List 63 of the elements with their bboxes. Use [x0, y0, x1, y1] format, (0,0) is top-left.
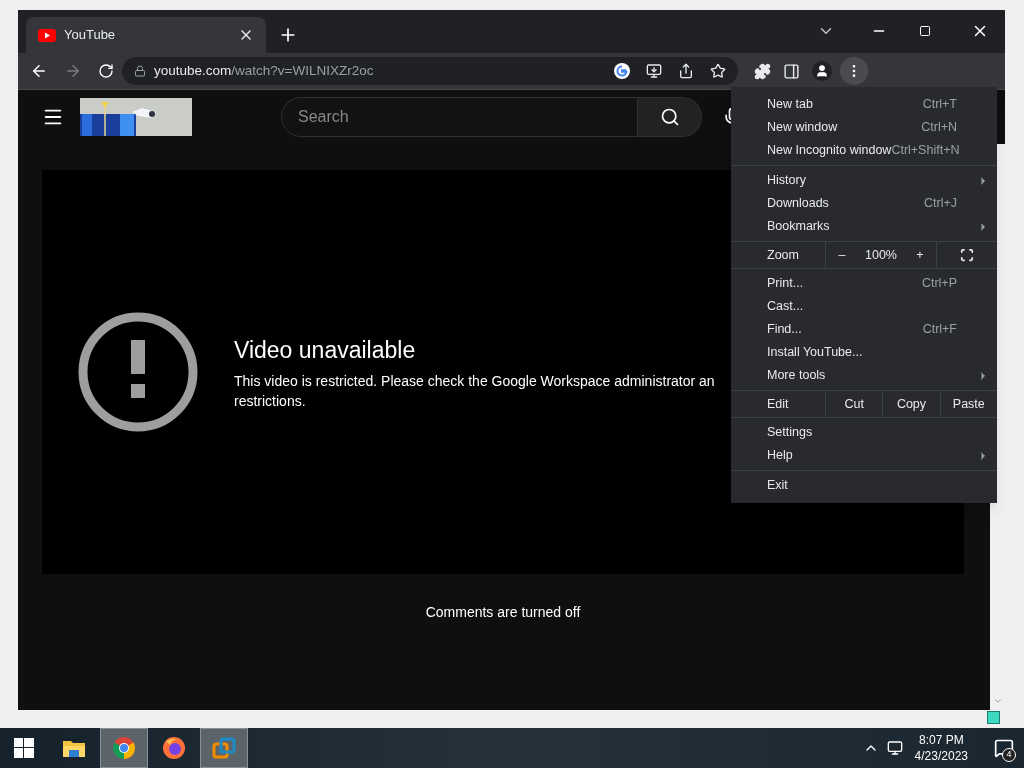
shortcut-label: Ctrl+P	[921, 275, 957, 293]
comments-off-text: Comments are turned off	[425, 603, 581, 622]
google-icon[interactable]	[614, 63, 630, 79]
shortcut-label: Ctrl+T	[922, 96, 957, 114]
search-button[interactable]	[638, 97, 702, 137]
shortcut-label: Ctrl+J	[924, 195, 957, 213]
back-icon[interactable]	[30, 62, 48, 80]
share-icon[interactable]	[678, 63, 694, 79]
menu-label: Edit	[766, 395, 790, 413]
shortcut-label: Ctrl+F	[922, 321, 957, 339]
address-bar[interactable]: youtube.com/watch?v=WILNIXZr2oc	[122, 57, 738, 85]
edit-action-button[interactable]: Paste	[939, 391, 997, 417]
url-text: youtube.com/watch?v=WILNIXZr2oc	[154, 61, 375, 80]
tab-title: YouTube	[64, 26, 117, 45]
vmware-icon	[212, 736, 236, 760]
menu-item[interactable]: New tab Ctrl+T	[731, 93, 997, 116]
search-field[interactable]: Search	[281, 97, 638, 137]
zoom-in-button[interactable]: +	[904, 242, 936, 268]
menu-label: Zoom	[766, 246, 800, 264]
menu-item[interactable]: Cast...	[731, 295, 997, 318]
speech-bubble-icon	[994, 738, 1014, 758]
error-message: This video is restricted. Please check the Google Workspace administrator an restrictions.	[234, 372, 715, 412]
extensions-icon[interactable]	[754, 62, 771, 80]
side-panel-icon[interactable]	[783, 62, 800, 80]
profile-icon[interactable]	[812, 61, 832, 81]
youtube-icon	[38, 28, 56, 42]
menu-item[interactable]: Bookmarks	[731, 215, 997, 238]
search-icon	[659, 107, 680, 127]
menu-item[interactable]: New window Ctrl+N	[731, 116, 997, 139]
zoom-level: 100%	[864, 246, 898, 264]
shortcut-label: Ctrl+N	[921, 119, 957, 137]
menu-item[interactable]: Print... Ctrl+P	[731, 272, 997, 295]
notification-badge: 4	[1002, 748, 1016, 762]
maximize-icon[interactable]	[919, 25, 931, 37]
menu-item[interactable]: Install YouTube...	[731, 341, 997, 364]
edit-action-button[interactable]: Cut	[825, 391, 883, 417]
menu-item[interactable]: History	[731, 169, 997, 192]
firefox-icon	[162, 736, 186, 760]
network-icon[interactable]	[886, 740, 903, 756]
reload-icon[interactable]	[98, 63, 114, 79]
shortcut-label: Ctrl+Shift+N	[891, 142, 960, 160]
clock-time: 8:07 PM	[918, 732, 964, 748]
fullscreen-icon	[960, 248, 974, 262]
menu-item[interactable]: Find... Ctrl+F	[731, 318, 997, 341]
zoom-out-button[interactable]: –	[826, 242, 858, 268]
error-title: Video unavailable	[234, 335, 417, 365]
note-icon	[987, 711, 1000, 724]
menu-item[interactable]: Help	[731, 444, 997, 467]
clock-date: 4/23/2023	[914, 748, 968, 764]
menu-item[interactable]: Settings	[731, 421, 997, 444]
edit-action-button[interactable]: Copy	[882, 391, 940, 417]
menu-item[interactable]: Exit	[731, 474, 997, 497]
lock-icon	[134, 65, 146, 77]
install-icon[interactable]	[646, 63, 662, 79]
chrome-icon	[112, 736, 136, 760]
menu-item[interactable]: More tools	[731, 364, 997, 387]
bookmark-star-icon[interactable]	[710, 63, 726, 79]
notification-button[interactable]: 4	[984, 728, 1024, 768]
menu-item[interactable]: New Incognito windowCtrl+Shift+N	[731, 139, 997, 162]
warning-icon	[78, 312, 198, 432]
browser-tab[interactable]: YouTube	[26, 17, 266, 53]
menu-item[interactable]: Downloads Ctrl+J	[731, 192, 997, 215]
menu-kebab-icon[interactable]	[840, 57, 868, 85]
